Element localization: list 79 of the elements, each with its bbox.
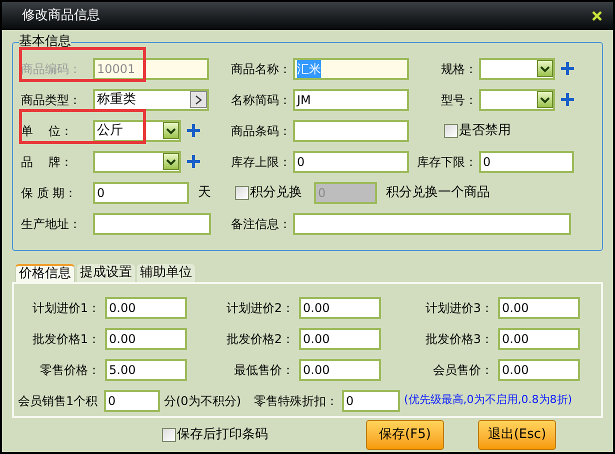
price-field[interactable]: 0.00 bbox=[299, 296, 381, 318]
field-note: 积分兑换一个商品 bbox=[386, 184, 490, 202]
dropdown-button[interactable] bbox=[537, 60, 553, 77]
field-label: 商品名称： bbox=[231, 60, 292, 78]
text-field[interactable]: 0 bbox=[479, 150, 574, 172]
checkbox-label: 保存后打印条码 bbox=[177, 426, 268, 444]
field-label: 名称简码： bbox=[231, 92, 292, 108]
field-note: 分(0为不积分) bbox=[164, 392, 242, 410]
field-label: 库存下限： bbox=[416, 154, 478, 170]
field-label: 商品条码： bbox=[231, 122, 292, 140]
field-label: 商品类型： bbox=[21, 92, 82, 108]
field-label: 生产地址： bbox=[21, 216, 82, 232]
field-label: 零售特殊折扣： bbox=[254, 392, 339, 410]
field-label: 批发价格3： bbox=[424, 330, 494, 348]
add-icon[interactable] bbox=[561, 62, 574, 75]
price-field[interactable]: 0.00 bbox=[105, 296, 187, 318]
chevron-down-icon bbox=[540, 64, 550, 72]
chevron-down-icon bbox=[166, 158, 176, 166]
dropdown-button[interactable] bbox=[537, 91, 553, 108]
field-label: 商品编码： bbox=[21, 60, 82, 78]
text-field[interactable]: 0 bbox=[293, 150, 409, 172]
tab[interactable]: 提成设置 bbox=[77, 264, 135, 282]
browse-button[interactable] bbox=[190, 91, 207, 108]
text-field[interactable] bbox=[293, 120, 409, 142]
price-field[interactable]: 0.00 bbox=[299, 328, 381, 350]
dropdown-field[interactable] bbox=[93, 150, 181, 172]
field-label: 保 质 期： bbox=[21, 184, 78, 202]
field-label: 品 牌： bbox=[21, 154, 74, 170]
field-label: 备注信息： bbox=[231, 216, 292, 232]
field-label: 零售价格： bbox=[39, 362, 101, 378]
chevron-right-icon bbox=[195, 94, 202, 104]
dropdown-button[interactable] bbox=[163, 122, 179, 139]
dialog-button[interactable]: 保存(F5) bbox=[366, 420, 444, 450]
dropdown-field[interactable]: 公斤 bbox=[93, 120, 181, 142]
field-label: 库存上限： bbox=[231, 154, 292, 170]
dialog-button[interactable]: 退出(Esc) bbox=[478, 420, 556, 450]
text-field[interactable]: JM bbox=[293, 88, 409, 110]
field-label: 计划进价2： bbox=[225, 300, 295, 316]
dropdown-button[interactable] bbox=[163, 153, 179, 170]
checkbox[interactable] bbox=[444, 124, 458, 138]
field-label: 计划进价1： bbox=[31, 300, 101, 316]
tab[interactable]: 辅助单位 bbox=[137, 264, 195, 282]
add-icon[interactable] bbox=[187, 124, 200, 137]
add-icon[interactable] bbox=[561, 93, 574, 106]
price-field[interactable]: 0 bbox=[104, 390, 160, 412]
price-field[interactable]: 0.00 bbox=[498, 296, 580, 318]
field-label: 会员售价： bbox=[432, 362, 494, 378]
text-field[interactable] bbox=[93, 212, 211, 234]
text-field[interactable]: 0 bbox=[93, 182, 189, 204]
text-field[interactable] bbox=[293, 212, 571, 234]
field-label: 最低售价： bbox=[233, 362, 295, 378]
price-field[interactable]: 5.00 bbox=[105, 358, 187, 380]
price-field[interactable]: 0.00 bbox=[299, 358, 381, 380]
field-label: 型号： bbox=[440, 92, 478, 108]
price-field[interactable]: 0 bbox=[342, 390, 400, 412]
checkbox[interactable] bbox=[235, 186, 249, 200]
add-icon[interactable] bbox=[187, 155, 200, 168]
checkbox-label: 是否禁用 bbox=[459, 122, 511, 140]
checkbox[interactable] bbox=[162, 428, 176, 442]
chevron-down-icon bbox=[540, 96, 550, 104]
field-label: 批发价格2： bbox=[225, 330, 295, 348]
field-label: 批发价格1： bbox=[31, 330, 101, 348]
field-label: 会员销售1个积 bbox=[18, 392, 99, 410]
price-field[interactable]: 0.00 bbox=[105, 328, 187, 350]
price-field[interactable]: 0.00 bbox=[498, 328, 580, 350]
tab[interactable]: 价格信息 bbox=[15, 264, 75, 282]
field-label: 计划进价3： bbox=[424, 300, 494, 316]
hint-text: (优先级最高,0为不启用,0.8为8折) bbox=[404, 392, 572, 408]
chevron-down-icon bbox=[166, 126, 176, 134]
dropdown-field[interactable] bbox=[479, 58, 555, 80]
dropdown-field[interactable] bbox=[479, 88, 555, 110]
checkbox-label: 积分兑换 bbox=[250, 184, 302, 202]
window-title: 修改商品信息 bbox=[22, 7, 100, 26]
field-label: 单 位： bbox=[21, 122, 74, 140]
price-field[interactable]: 0.00 bbox=[498, 358, 580, 380]
field-label: 规格： bbox=[440, 60, 478, 78]
close-icon[interactable] bbox=[592, 11, 602, 21]
field-note: 天 bbox=[198, 184, 211, 202]
picker-field[interactable]: 称重类 bbox=[93, 88, 209, 110]
